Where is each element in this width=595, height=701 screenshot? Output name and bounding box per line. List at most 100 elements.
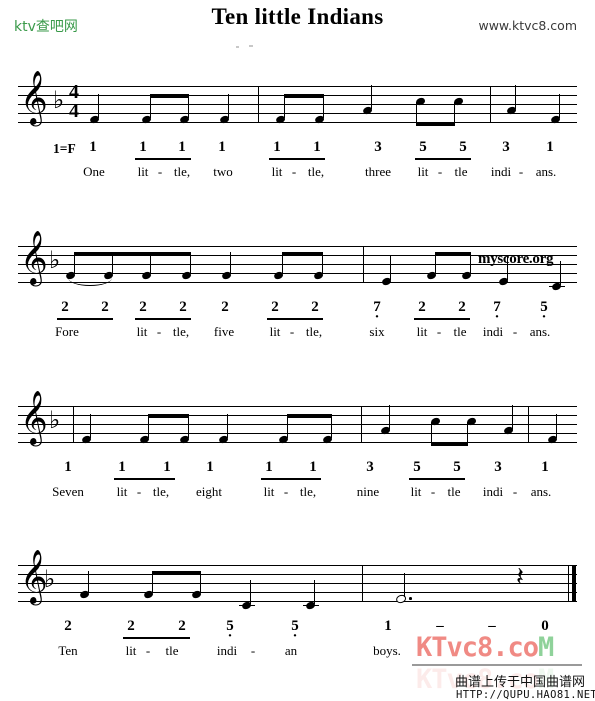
eighth-underbar: [414, 318, 470, 320]
lyric-syllable: lit: [116, 484, 128, 499]
beam: [148, 414, 189, 418]
lyric-syllable: One: [83, 164, 105, 179]
lyric-hyphen: -: [512, 324, 518, 339]
jianpu-row-2: 2 2 2 2 2 2 2 7 · 2 2 7 · 5 ·: [0, 299, 595, 325]
lyric-syllable: indi: [490, 164, 512, 179]
lyric-hyphen: -: [512, 484, 518, 499]
beam: [282, 252, 323, 256]
staff-1: 𝄞 ♭ 4 4: [18, 74, 577, 126]
ledger-line: [303, 605, 319, 606]
jianpu-number: 2: [418, 299, 426, 315]
eighth-underbar: [114, 478, 175, 480]
lyric-syllable: tle: [454, 164, 468, 179]
myscore-watermark: myscore.org: [478, 251, 554, 267]
jianpu-number: 1: [313, 139, 321, 155]
beam: [287, 414, 332, 418]
jianpu-number: 2: [179, 299, 187, 315]
lyric-hyphen: -: [289, 324, 295, 339]
tie-slur: [68, 278, 112, 286]
eighth-underbar: [269, 158, 325, 160]
staff-line: [18, 86, 577, 87]
lyric-syllable: lit: [136, 324, 148, 339]
lyric-syllable: tle: [447, 484, 461, 499]
lyric-syllable: tle,: [299, 484, 317, 499]
stem: [90, 414, 92, 438]
beam: [150, 94, 189, 98]
lyric-syllable: tle,: [173, 164, 191, 179]
jianpu-row-1: 1=F 1 1 1 1 1 1 3 5 5 3 1: [0, 140, 595, 162]
barline: [361, 406, 363, 443]
lyric-syllable: tle,: [152, 484, 170, 499]
augmentation-dot: [409, 597, 412, 600]
lyric-row-2: Fore lit - tle, five lit - tle, six lit …: [0, 325, 595, 345]
eighth-underbar: [409, 478, 465, 480]
low-octave-dot: ·: [374, 309, 380, 325]
lyric-syllable: lit: [263, 484, 275, 499]
jianpu-number: 2: [178, 618, 186, 634]
stem: [560, 261, 562, 285]
lyric-hyphen: -: [283, 484, 289, 499]
lyric-syllable: lit: [271, 164, 283, 179]
lyric-syllable: Ten: [58, 643, 78, 658]
jianpu-number: 1: [139, 139, 147, 155]
lyric-row-3: Seven lit - tle, eight lit - tle, nine l…: [0, 485, 595, 505]
stem: [228, 94, 230, 118]
staff-line: [18, 273, 577, 274]
eighth-underbar: [135, 158, 191, 160]
lyric-hyphen: -: [430, 484, 436, 499]
chinese-source-text: 曲谱上传于中国曲谱网: [455, 675, 586, 690]
beam: [74, 252, 191, 256]
jianpu-number: 1: [178, 139, 186, 155]
jianpu-number: 5: [459, 139, 467, 155]
staff-line: [18, 433, 577, 434]
lyric-syllable: ans.: [529, 324, 551, 339]
staff-line: [18, 104, 577, 105]
jianpu-number: 5 ·: [534, 300, 554, 325]
quarter-rest-icon: 𝄽: [516, 562, 524, 592]
lyric-syllable: lit: [137, 164, 149, 179]
lyric-syllable: lit: [269, 324, 281, 339]
lyric-hyphen: -: [136, 484, 142, 499]
stem: [515, 85, 517, 109]
staff-2: 𝄞 ♭ myscore.org: [18, 234, 577, 291]
stem: [227, 414, 229, 438]
stem: [250, 580, 252, 604]
eighth-underbar: [135, 318, 191, 320]
lyric-hyphen: -: [518, 164, 524, 179]
beam: [431, 442, 468, 446]
low-octave-dot: ·: [494, 309, 500, 325]
lyric-syllable: boys.: [373, 643, 401, 658]
lyric-hyphen: -: [436, 324, 442, 339]
barline: [362, 565, 364, 602]
barline: [73, 406, 75, 443]
staff-line: [18, 122, 577, 123]
lyric-hyphen: -: [157, 164, 163, 179]
staff-3: 𝄞 ♭: [18, 394, 577, 446]
jianpu-number: 1: [206, 459, 214, 475]
ktvc8-watermark-red: KTvc8.co: [416, 632, 539, 663]
jianpu-number: 5: [453, 459, 461, 475]
jianpu-number: 1: [218, 139, 226, 155]
lyric-syllable: three: [365, 164, 391, 179]
stem: [556, 414, 558, 438]
staff-line: [18, 565, 577, 566]
jianpu-number: 1: [384, 618, 392, 634]
jianpu-number: 1: [89, 139, 97, 155]
lyric-syllable: indi: [216, 643, 238, 658]
staff-line: [18, 113, 577, 114]
jianpu-number: 5 ·: [220, 619, 240, 644]
stem: [323, 94, 325, 118]
beam: [284, 94, 323, 98]
jianpu-number: 5: [419, 139, 427, 155]
stem: [88, 571, 90, 593]
staff-line: [18, 583, 577, 584]
stem: [559, 94, 561, 118]
lyric-syllable: ans.: [530, 484, 552, 499]
jianpu-number: 1: [265, 459, 273, 475]
flat-key-signature-icon: ♭: [49, 406, 61, 434]
flat-key-signature-icon: ♭: [49, 246, 61, 274]
lyric-syllable: lit: [125, 643, 137, 658]
time-signature-bottom: 4: [69, 100, 79, 122]
jianpu-number: 2: [221, 299, 229, 315]
stem: [98, 94, 100, 118]
